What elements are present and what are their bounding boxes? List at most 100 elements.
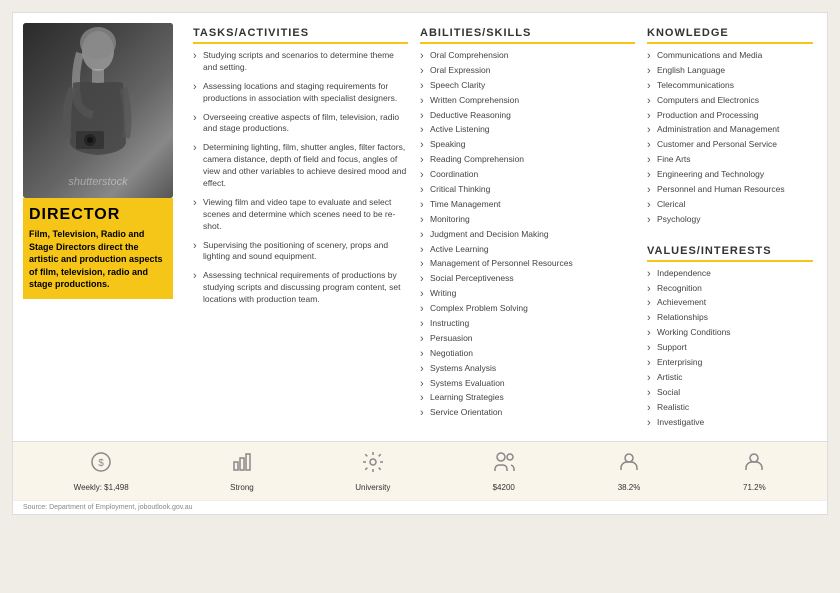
page-wrapper: shutterstock DIRECTOR Film, Television, … <box>0 0 840 527</box>
knowledge-section: KNOWLEDGE Communications and Media Englis… <box>647 23 817 233</box>
stat-icon-5 <box>742 450 766 480</box>
ability-item: Learning Strategies <box>420 392 635 404</box>
knowledge-item: Psychology <box>647 214 813 226</box>
knowledge-item: Clerical <box>647 199 813 211</box>
footer-text: Source: Department of Employment, jobout… <box>13 500 827 514</box>
knowledge-item: Production and Processing <box>647 110 813 122</box>
stat-value-1: Strong <box>230 483 254 492</box>
value-item: Investigative <box>647 417 813 429</box>
title-box: DIRECTOR Film, Television, Radio and Sta… <box>23 198 173 299</box>
stat-icon-3 <box>492 450 516 480</box>
value-item: Support <box>647 342 813 354</box>
knowledge-item: Fine Arts <box>647 154 813 166</box>
values-header: VALUES/INTERESTS <box>647 245 813 262</box>
tasks-list: Studying scripts and scenarios to determ… <box>193 50 408 306</box>
ability-item: Coordination <box>420 169 635 181</box>
knowledge-item: Administration and Management <box>647 124 813 136</box>
right-column: KNOWLEDGE Communications and Media Englis… <box>647 23 817 435</box>
ability-item: Monitoring <box>420 214 635 226</box>
value-item: Relationships <box>647 312 813 324</box>
knowledge-header: KNOWLEDGE <box>647 27 813 44</box>
ability-item: Speaking <box>420 139 635 151</box>
stat-value-0: Weekly: $1,498 <box>74 483 129 492</box>
stat-item-3: $4200 <box>492 450 516 492</box>
ability-item: Time Management <box>420 199 635 211</box>
value-item: Working Conditions <box>647 327 813 339</box>
values-section: VALUES/INTERESTS Independence Recognition… <box>647 241 817 436</box>
top-section: shutterstock DIRECTOR Film, Television, … <box>13 13 827 435</box>
stat-value-3: $4200 <box>493 483 515 492</box>
ability-item: Speech Clarity <box>420 80 635 92</box>
knowledge-item: Communications and Media <box>647 50 813 62</box>
ability-item: Oral Comprehension <box>420 50 635 62</box>
image-bg: shutterstock <box>23 23 173 198</box>
knowledge-list: Communications and Media English Language… <box>647 50 813 226</box>
ability-item: Instructing <box>420 318 635 330</box>
task-item: Assessing locations and staging requirem… <box>193 81 408 105</box>
ability-item: Writing <box>420 288 635 300</box>
ability-item: Systems Evaluation <box>420 378 635 390</box>
value-item: Enterprising <box>647 357 813 369</box>
stat-item-0: $ Weekly: $1,498 <box>74 450 129 492</box>
role-description: Film, Television, Radio and Stage Direct… <box>29 228 167 291</box>
abilities-list: Oral Comprehension Oral Expression Speech … <box>420 50 635 419</box>
ability-item: Service Orientation <box>420 407 635 419</box>
stat-value-2: University <box>355 483 390 492</box>
value-item: Realistic <box>647 402 813 414</box>
ability-item: Reading Comprehension <box>420 154 635 166</box>
task-item: Studying scripts and scenarios to determ… <box>193 50 408 74</box>
ability-item: Complex Problem Solving <box>420 303 635 315</box>
value-item: Achievement <box>647 297 813 309</box>
knowledge-item: Personnel and Human Resources <box>647 184 813 196</box>
stat-icon-2 <box>361 450 385 480</box>
ability-item: Written Comprehension <box>420 95 635 107</box>
ability-item: Social Perceptiveness <box>420 273 635 285</box>
value-item: Artistic <box>647 372 813 384</box>
stat-icon-1 <box>230 450 254 480</box>
values-list: Independence Recognition Achievement Relati… <box>647 268 813 429</box>
value-item: Independence <box>647 268 813 280</box>
ability-item: Deductive Reasoning <box>420 110 635 122</box>
director-image: shutterstock <box>23 23 173 198</box>
knowledge-item: Customer and Personal Service <box>647 139 813 151</box>
ability-item: Judgment and Decision Making <box>420 229 635 241</box>
value-item: Social <box>647 387 813 399</box>
ability-item: Systems Analysis <box>420 363 635 375</box>
task-item: Supervising the positioning of scenery, … <box>193 240 408 264</box>
ability-item: Negotiation <box>420 348 635 360</box>
stat-item-5: 71.2% <box>742 450 766 492</box>
stat-value-5: 71.2% <box>743 483 766 492</box>
task-item: Overseeing creative aspects of film, tel… <box>193 112 408 136</box>
stat-icon-4 <box>617 450 641 480</box>
role-title: DIRECTOR <box>29 206 167 224</box>
knowledge-item: Engineering and Technology <box>647 169 813 181</box>
knowledge-item: Telecommunications <box>647 80 813 92</box>
watermark: shutterstock <box>23 176 173 188</box>
left-column: shutterstock DIRECTOR Film, Television, … <box>23 23 183 435</box>
main-card: shutterstock DIRECTOR Film, Television, … <box>12 12 828 515</box>
value-item: Recognition <box>647 283 813 295</box>
abilities-header: ABILITIES/SKILLS <box>420 27 635 44</box>
svg-text:$: $ <box>98 458 104 469</box>
tasks-header: TASKS/ACTIVITIES <box>193 27 408 44</box>
abilities-section: ABILITIES/SKILLS Oral ComprehensionOral … <box>420 23 639 435</box>
knowledge-item: English Language <box>647 65 813 77</box>
ability-item: Critical Thinking <box>420 184 635 196</box>
stat-value-4: 38.2% <box>618 483 641 492</box>
ability-item: Persuasion <box>420 333 635 345</box>
content-columns: TASKS/ACTIVITIES Studying scripts and sc… <box>193 23 817 435</box>
ability-item: Oral Expression <box>420 65 635 77</box>
ability-item: Active Listening <box>420 124 635 136</box>
stat-icon-0: $ <box>89 450 113 480</box>
stat-item-4: 38.2% <box>617 450 641 492</box>
stat-item-1: Strong <box>230 450 254 492</box>
stat-item-2: University <box>355 450 390 492</box>
knowledge-item: Computers and Electronics <box>647 95 813 107</box>
task-item: Determining lighting, film, shutter angl… <box>193 142 408 190</box>
task-item: Assessing technical requirements of prod… <box>193 270 408 306</box>
stats-bar: $ Weekly: $1,498 Strong University $4200 38.2… <box>13 441 827 500</box>
tasks-section: TASKS/ACTIVITIES Studying scripts and sc… <box>193 23 412 435</box>
ability-item: Active Learning <box>420 244 635 256</box>
task-item: Viewing film and video tape to evaluate … <box>193 197 408 233</box>
ability-item: Management of Personnel Resources <box>420 258 635 270</box>
